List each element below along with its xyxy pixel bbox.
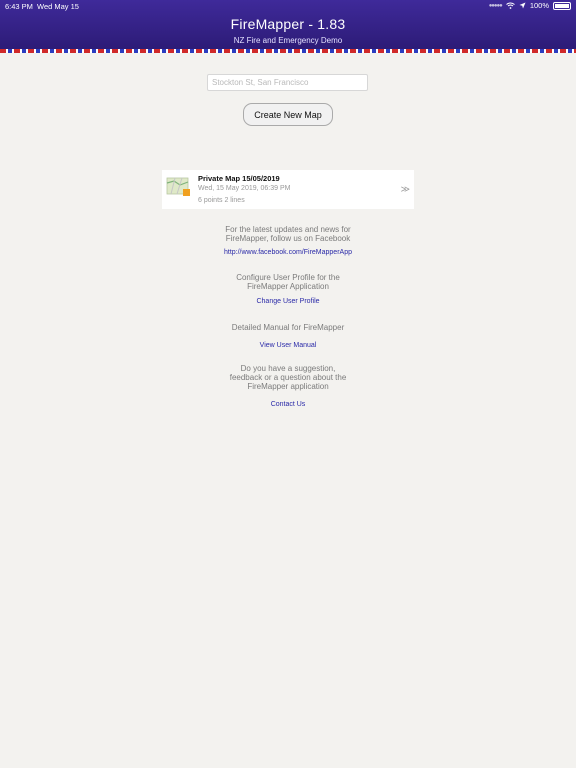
location-search-input[interactable]: [207, 74, 368, 91]
signal-icon: ●●●●●: [488, 2, 503, 9]
status-time: 6:43 PM: [5, 2, 33, 11]
facebook-text-line1: For the latest updates and news for: [225, 225, 351, 234]
contact-text-line3: FireMapper application: [247, 382, 329, 391]
location-arrow-icon: [519, 2, 526, 9]
app-header: 6:43 PM Wed May 15 ●●●●● 100% FireMapper…: [0, 0, 576, 53]
map-date: Wed, 15 May 2019, 06:39 PM: [198, 185, 291, 192]
wifi-icon: [506, 2, 515, 9]
facebook-text-line2: FireMapper, follow us on Facebook: [225, 234, 351, 243]
contact-text: Do you have a suggestion, feedback or a …: [0, 364, 576, 391]
battery-icon: [553, 1, 571, 10]
map-stats: 6 points 2 lines: [198, 197, 245, 204]
map-thumbnail-icon: [166, 177, 190, 196]
map-list-item[interactable]: Private Map 15/05/2019 Wed, 15 May 2019,…: [162, 170, 414, 209]
profile-text: Configure User Profile for the FireMappe…: [0, 273, 576, 291]
header-stripe: [0, 49, 576, 53]
facebook-link[interactable]: http://www.facebook.com/FireMapperApp: [0, 249, 576, 256]
profile-text-line1: Configure User Profile for the: [236, 273, 340, 282]
status-right-group: ●●●●● 100%: [489, 1, 571, 10]
facebook-text: For the latest updates and news for Fire…: [0, 225, 576, 243]
manual-text: Detailed Manual for FireMapper: [231, 323, 345, 332]
chevron-right-icon: ≫: [400, 184, 410, 194]
status-bar: 6:43 PM Wed May 15 ●●●●● 100%: [0, 0, 576, 12]
map-title: Private Map 15/05/2019: [198, 174, 280, 183]
contact-text-line2: feedback or a question about the: [229, 373, 347, 382]
view-user-manual-link[interactable]: View User Manual: [0, 342, 576, 349]
status-date: Wed May 15: [37, 2, 79, 11]
create-new-map-button[interactable]: Create New Map: [243, 103, 333, 126]
profile-text-line2: FireMapper Application: [247, 282, 329, 291]
page-subtitle: NZ Fire and Emergency Demo: [233, 36, 343, 45]
change-user-profile-link[interactable]: Change User Profile: [0, 298, 576, 305]
contact-us-link[interactable]: Contact Us: [0, 401, 576, 408]
page-title: FireMapper - 1.83: [230, 16, 346, 32]
contact-text-line1: Do you have a suggestion,: [240, 364, 336, 373]
battery-percent: 100%: [529, 1, 549, 10]
